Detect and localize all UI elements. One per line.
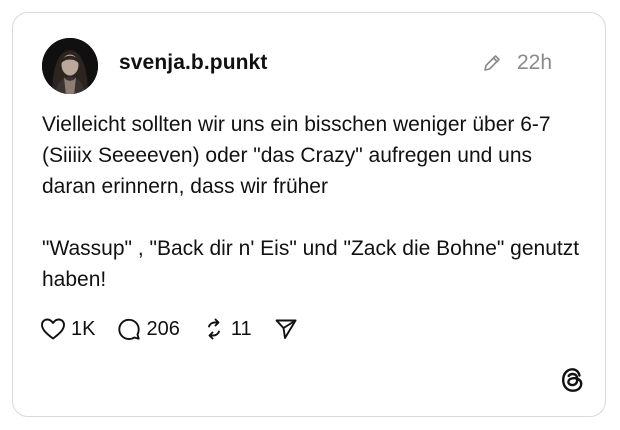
- pencil-icon: [484, 55, 500, 71]
- username[interactable]: svenja.b.punkt: [119, 51, 267, 75]
- post-paragraph: Vielleicht sollten wir uns ein bisschen …: [42, 113, 551, 198]
- heart-icon: [41, 318, 65, 340]
- repost-icon: [207, 318, 220, 340]
- send-icon: [275, 319, 297, 339]
- post-timestamp: 22h: [517, 51, 553, 74]
- threads-logo-icon: [561, 368, 583, 392]
- avatar[interactable]: [42, 38, 98, 94]
- reply-count: 206: [146, 317, 180, 340]
- avatar-photo: [42, 38, 98, 94]
- threads-post-card: svenja.b.punkt 22h Vielleicht sollten wi…: [12, 12, 606, 417]
- repost-button[interactable]: 11: [202, 317, 252, 341]
- comment-icon: [118, 318, 141, 340]
- like-button[interactable]: 1K: [40, 317, 95, 341]
- repost-count: 11: [230, 317, 252, 340]
- share-button[interactable]: [274, 317, 298, 341]
- post-paragraph: "Wassup" , "Back dir n' Eis" und "Zack d…: [42, 237, 580, 291]
- reply-button[interactable]: 206: [117, 317, 180, 341]
- like-count: 1K: [71, 317, 96, 340]
- post-actions: 1K 206 11: [40, 315, 320, 343]
- post-text: Vielleicht sollten wir uns ein bisschen …: [42, 109, 582, 295]
